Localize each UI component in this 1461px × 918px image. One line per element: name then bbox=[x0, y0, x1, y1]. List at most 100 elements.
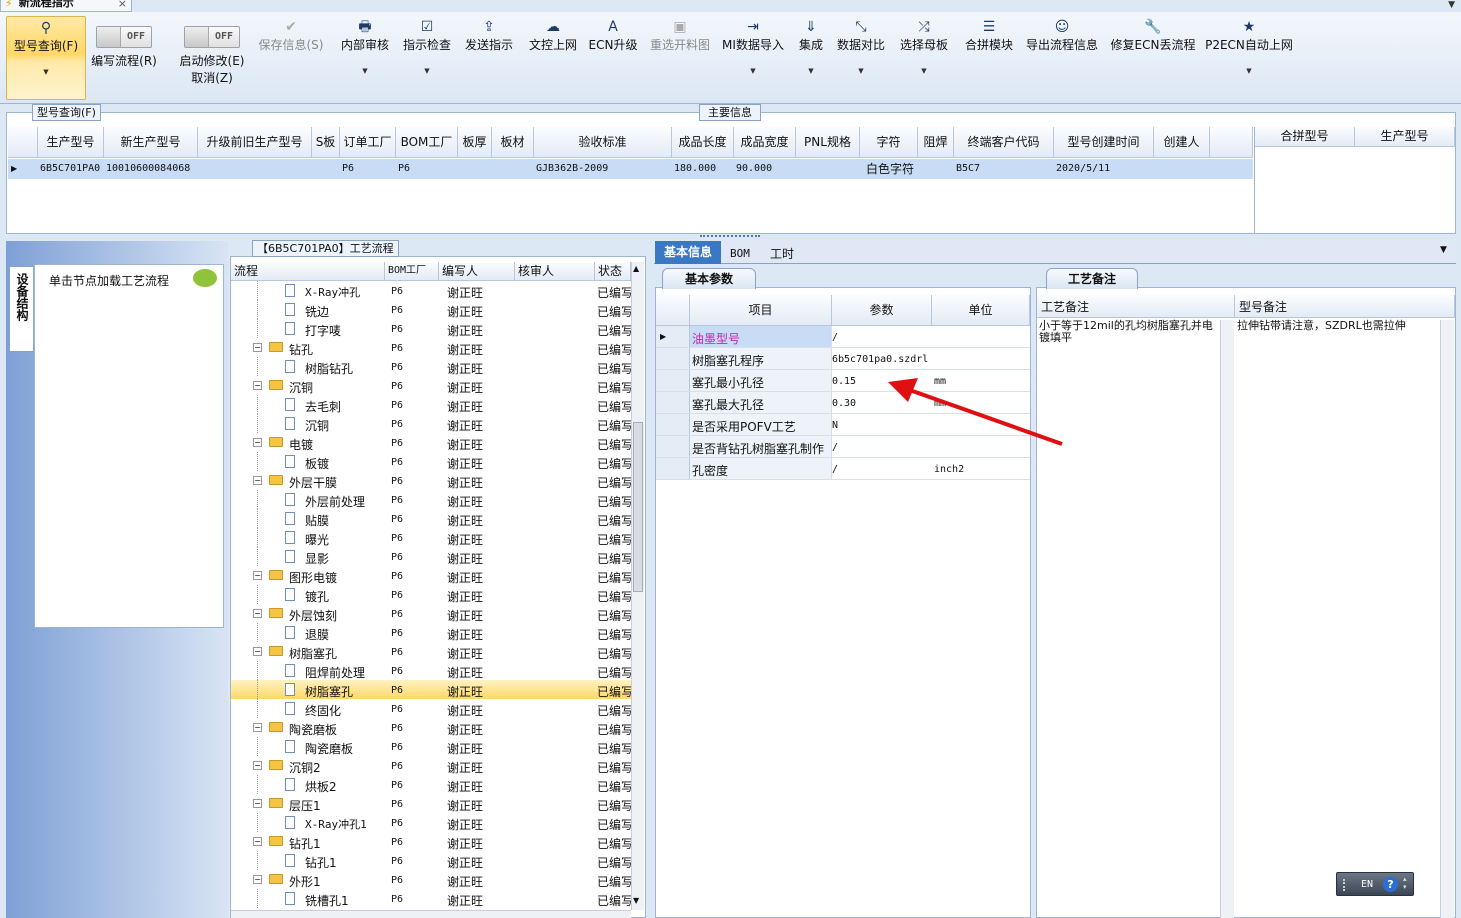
main-col-header[interactable]: BOM工厂 bbox=[396, 127, 458, 158]
main-cell[interactable]: B5C7 bbox=[954, 159, 1054, 179]
main-cell[interactable]: 90.000 bbox=[734, 159, 796, 179]
main-cell[interactable]: 2020/5/11 bbox=[1054, 159, 1154, 179]
ribbon-button-10[interactable]: ⤮ 选择母板 ▼ bbox=[898, 16, 950, 100]
ime-toolbar[interactable]: EN ? ▴ ▾ bbox=[1336, 872, 1414, 896]
main-cell[interactable]: GJB362B-2009 bbox=[534, 159, 672, 179]
flow-row[interactable]: − 图形电镀 P6 谢正旺 已编写 bbox=[231, 566, 631, 585]
main-col-header[interactable]: 成品长度 bbox=[672, 127, 734, 158]
ribbon-button-8[interactable]: ⇓ 集成 ▼ bbox=[796, 16, 826, 100]
collapse-toggle-icon[interactable]: − bbox=[253, 647, 262, 656]
collapse-toggle-icon[interactable]: − bbox=[253, 438, 262, 447]
main-cell[interactable]: 10010600084068 bbox=[104, 159, 198, 179]
param-value[interactable]: N bbox=[832, 420, 838, 431]
collapse-toggle-icon[interactable]: − bbox=[253, 343, 262, 352]
main-cell[interactable]: 6B5C701PA0 bbox=[38, 159, 104, 179]
ribbon-button-4[interactable]: ☁ 文控上网 bbox=[526, 16, 580, 100]
flow-col-header[interactable]: 编写人 bbox=[439, 262, 515, 281]
main-col-header[interactable]: 新生产型号 bbox=[104, 127, 198, 158]
flow-row[interactable]: 板镀 P6 谢正旺 已编写 bbox=[231, 452, 631, 471]
flow-col-header[interactable]: 流程 bbox=[231, 262, 385, 281]
flow-row[interactable]: 外层前处理 P6 谢正旺 已编写 bbox=[231, 490, 631, 509]
main-cell[interactable] bbox=[492, 159, 534, 179]
ribbon-button-0[interactable]: ✔ 保存信息(S) bbox=[254, 16, 328, 100]
flow-row[interactable]: − 外层蚀刻 P6 谢正旺 已编写 bbox=[231, 604, 631, 623]
flow-row[interactable]: − 外层干膜 P6 谢正旺 已编写 bbox=[231, 471, 631, 490]
ribbon-collapse-icon[interactable]: ▼ bbox=[1448, 0, 1455, 10]
param-value[interactable]: 0.30 bbox=[832, 398, 856, 409]
flow-row[interactable]: 钻孔1 P6 谢正旺 已编写 bbox=[231, 851, 631, 870]
main-col-header[interactable]: 字符 bbox=[860, 127, 918, 158]
params-col-header[interactable]: 单位 bbox=[932, 295, 1030, 326]
ime-menu-icon[interactable]: ▴ ▾ bbox=[1403, 875, 1407, 891]
collapse-toggle-icon[interactable]: − bbox=[253, 476, 262, 485]
document-tab[interactable]: ⚡ 新流程指示 × bbox=[0, 0, 132, 12]
collapse-toggle-icon[interactable]: − bbox=[253, 381, 262, 390]
collapse-toggle-icon[interactable]: − bbox=[253, 571, 262, 580]
flow-row[interactable]: − 沉铜 P6 谢正旺 已编写 bbox=[231, 376, 631, 395]
flow-row[interactable]: 打字唛 P6 谢正旺 已编写 bbox=[231, 319, 631, 338]
main-col-header[interactable]: 订单工厂 bbox=[340, 127, 396, 158]
ribbon-button-14[interactable]: ★ P2ECN自动上网 ▼ bbox=[1205, 16, 1293, 100]
param-row[interactable]: 孔密度 / inch2 bbox=[656, 458, 1030, 480]
params-col-header[interactable]: 项目 bbox=[690, 295, 832, 326]
ribbon-button-2[interactable]: ☑ 指示检查 ▼ bbox=[400, 16, 454, 100]
main-cell[interactable]: 180.000 bbox=[672, 159, 734, 179]
main-cell[interactable] bbox=[918, 159, 954, 179]
collapse-toggle-icon[interactable]: − bbox=[253, 761, 262, 770]
flow-row[interactable]: 退膜 P6 谢正旺 已编写 bbox=[231, 623, 631, 642]
flow-row[interactable]: 去毛刺 P6 谢正旺 已编写 bbox=[231, 395, 631, 414]
collapse-toggle-icon[interactable]: − bbox=[253, 609, 262, 618]
main-col-header[interactable]: 阻焊 bbox=[918, 127, 954, 158]
flow-row[interactable]: 铣边 P6 谢正旺 已编写 bbox=[231, 300, 631, 319]
merge-col-header[interactable]: 生产型号 bbox=[1355, 127, 1455, 147]
start-modify-switch[interactable]: OFF bbox=[184, 26, 240, 48]
params-col-header[interactable]: 参数 bbox=[832, 295, 932, 326]
flow-row[interactable]: 沉铜 P6 谢正旺 已编写 bbox=[231, 414, 631, 433]
param-value[interactable]: / bbox=[832, 464, 838, 475]
param-value[interactable]: / bbox=[832, 332, 838, 343]
flow-row[interactable]: 烘板2 P6 谢正旺 已编写 bbox=[231, 775, 631, 794]
flow-row[interactable]: X-Ray冲孔1 P6 谢正旺 已编写 bbox=[231, 813, 631, 832]
main-cell[interactable] bbox=[796, 159, 860, 179]
flow-col-header[interactable]: BOM工厂 bbox=[385, 262, 439, 281]
main-col-header[interactable]: 型号创建时间 bbox=[1054, 127, 1154, 158]
main-cell[interactable] bbox=[198, 159, 312, 179]
flow-row[interactable]: 树脂钻孔 P6 谢正旺 已编写 bbox=[231, 357, 631, 376]
flow-row[interactable]: 铣槽孔1 P6 谢正旺 已编写 bbox=[231, 889, 631, 908]
param-value[interactable]: / bbox=[832, 442, 838, 453]
main-cell[interactable]: P6 bbox=[396, 159, 458, 179]
collapse-toggle-icon[interactable]: − bbox=[253, 875, 262, 884]
ribbon-button-3[interactable]: ⇪ 发送指示 bbox=[462, 16, 516, 100]
ime-grip-icon[interactable] bbox=[1343, 879, 1357, 891]
collapse-toggle-icon[interactable]: − bbox=[253, 723, 262, 732]
main-col-header[interactable]: 板材 bbox=[492, 127, 534, 158]
main-cell[interactable]: 白色字符 bbox=[860, 159, 918, 179]
collapse-toggle-icon[interactable]: − bbox=[253, 799, 262, 808]
flow-row[interactable]: 陶瓷磨板 P6 谢正旺 已编写 bbox=[231, 737, 631, 756]
scroll-down-icon[interactable]: ▼ bbox=[633, 896, 639, 905]
flow-row[interactable]: − 电镀 P6 谢正旺 已编写 bbox=[231, 433, 631, 452]
ribbon-button-12[interactable]: ☺ 导出流程信息 bbox=[1024, 16, 1100, 100]
process-remark-text[interactable]: 小于等于12mil的孔均树脂塞孔并电镀填平 bbox=[1039, 320, 1217, 344]
param-row[interactable]: 油墨型号 / ▶ bbox=[656, 326, 1030, 348]
model-remark-scrollbar[interactable] bbox=[1440, 320, 1454, 918]
ribbon-button-11[interactable]: ☰ 合拼模块 bbox=[962, 16, 1016, 100]
ribbon-button-1[interactable]: 🖶 内部审核 ▼ bbox=[338, 16, 392, 100]
model-query-tab[interactable]: 型号查询(F) bbox=[32, 104, 101, 121]
main-col-header[interactable]: 成品宽度 bbox=[734, 127, 796, 158]
flow-scroll-thumb[interactable] bbox=[633, 422, 643, 592]
flow-row[interactable]: − 沉铜2 P6 谢正旺 已编写 bbox=[231, 756, 631, 775]
horizontal-splitter[interactable] bbox=[700, 235, 760, 239]
tab-work-hours[interactable]: 工时 bbox=[770, 245, 794, 262]
flow-row[interactable]: 贴膜 P6 谢正旺 已编写 bbox=[231, 509, 631, 528]
equipment-structure-tab[interactable]: 设备结构 bbox=[9, 266, 33, 352]
model-query-button[interactable]: ⚲ 型号查询(F) ▼ bbox=[6, 16, 86, 100]
close-tab-icon[interactable]: × bbox=[118, 0, 127, 10]
ribbon-button-9[interactable]: ⤡ 数据对比 ▼ bbox=[836, 16, 886, 100]
flow-row[interactable]: − 层压1 P6 谢正旺 已编写 bbox=[231, 794, 631, 813]
param-row[interactable]: 树脂塞孔程序 6b5c701pa0.szdrl bbox=[656, 348, 1030, 370]
main-cell[interactable] bbox=[1154, 159, 1210, 179]
main-col-header[interactable]: 创建人 bbox=[1154, 127, 1210, 158]
main-col-header[interactable]: 验收标准 bbox=[534, 127, 672, 158]
flow-row[interactable]: 阻焊前处理 P6 谢正旺 已编写 bbox=[231, 661, 631, 680]
